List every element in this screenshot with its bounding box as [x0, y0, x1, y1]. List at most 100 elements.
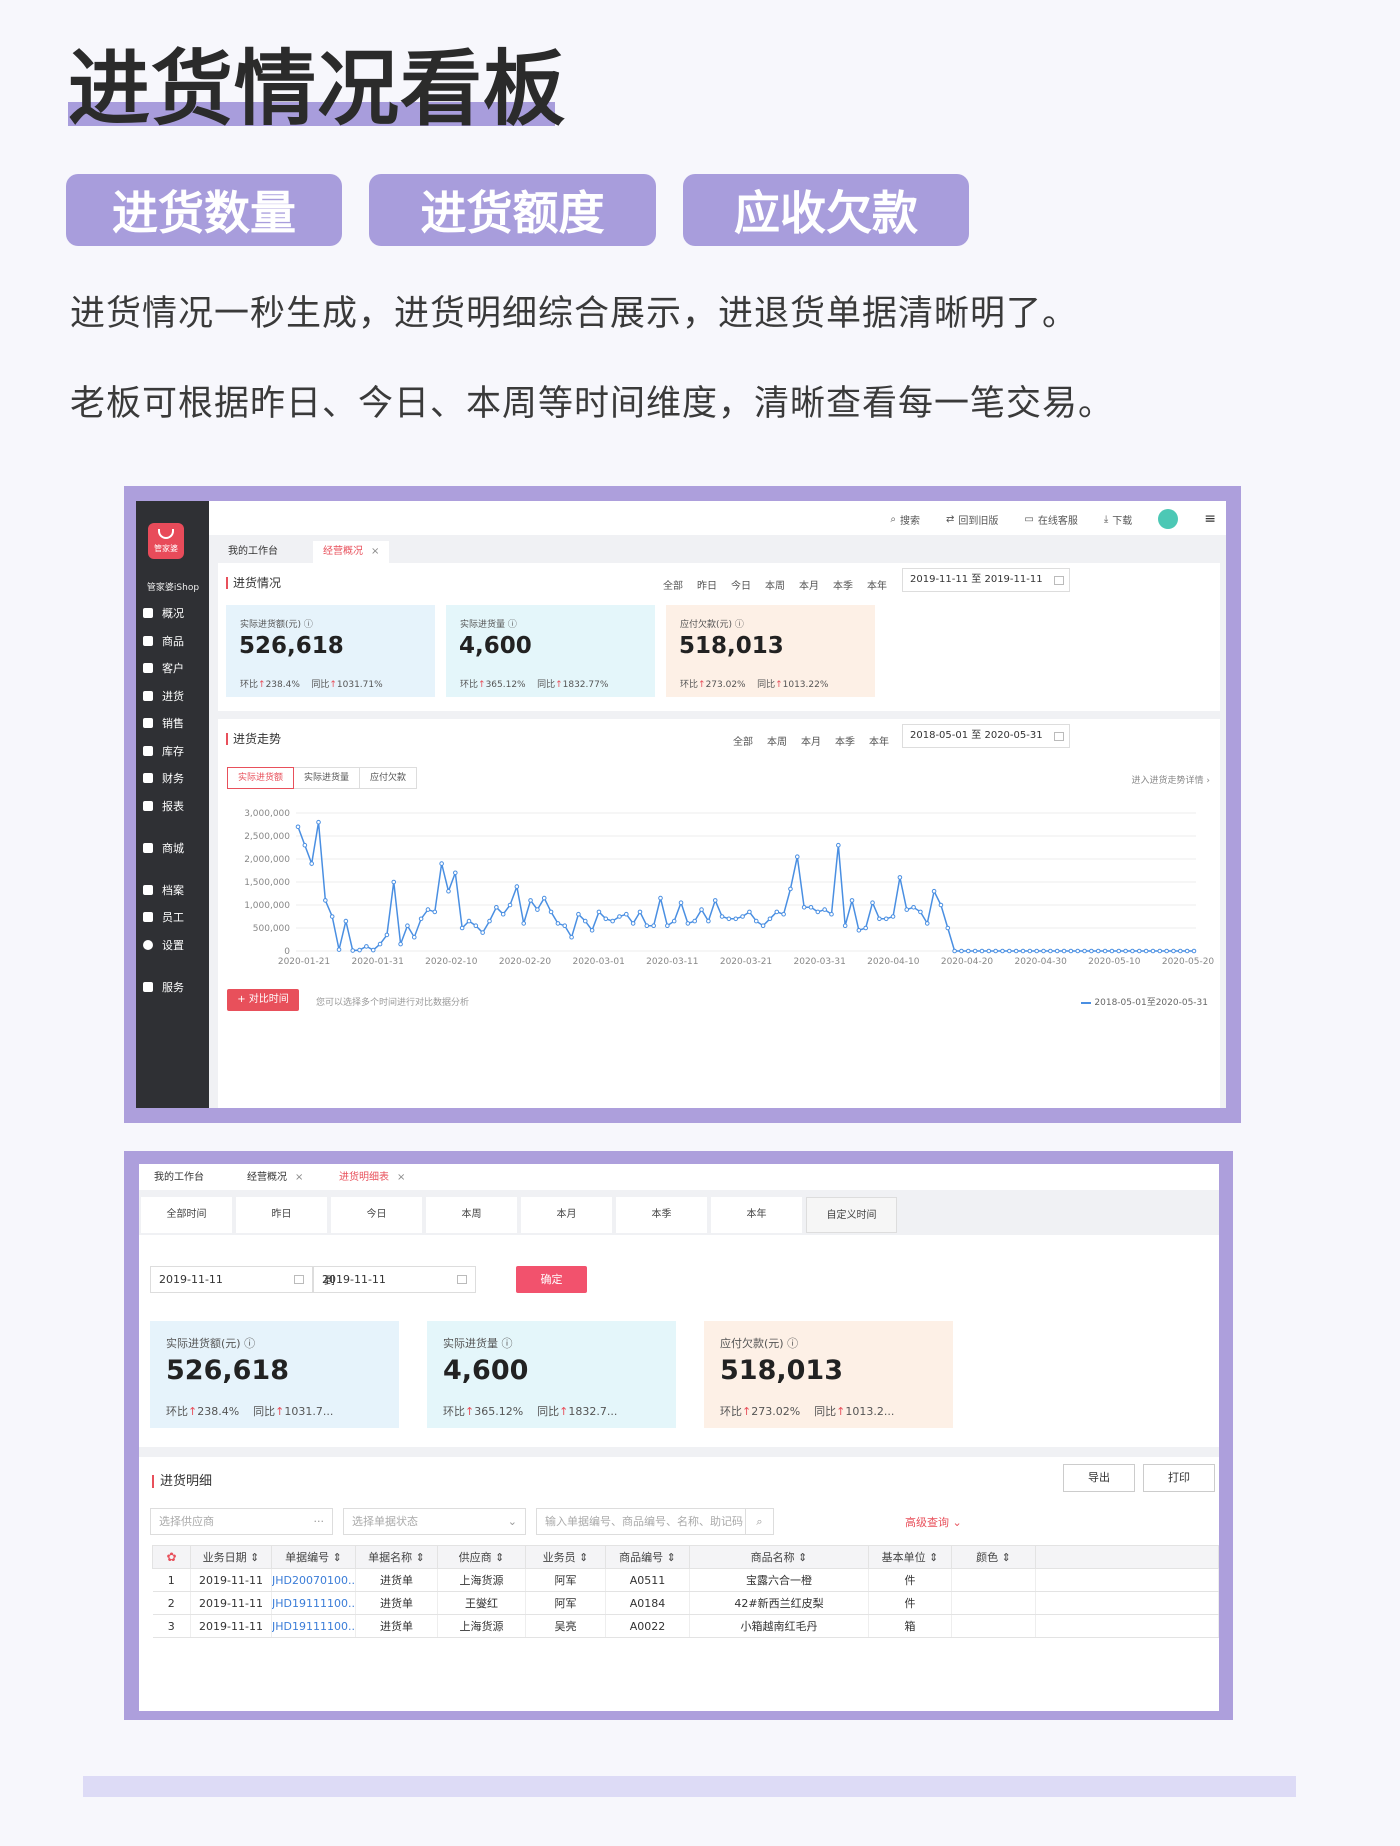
section-title: 进货情况: [226, 577, 281, 589]
menu-icon[interactable]: ≡: [1204, 511, 1216, 527]
period-all[interactable]: 全部时间: [141, 1197, 232, 1233]
trend-detail-link[interactable]: 进入进货走势详情 ›: [1132, 773, 1211, 786]
filter-month[interactable]: 本月: [801, 733, 821, 748]
gear-icon[interactable]: ✿: [166, 1550, 176, 1564]
column-header[interactable]: 商品名称 ⇕: [688, 1545, 869, 1569]
sidebar-item-services[interactable]: 服务: [143, 979, 184, 995]
period-month[interactable]: 本月: [521, 1197, 612, 1233]
sidebar-item-settings[interactable]: 设置: [143, 937, 184, 953]
search-link[interactable]: ⌕ 搜索: [890, 512, 920, 527]
status-select[interactable]: 选择单据状态 ⌄: [343, 1508, 526, 1535]
document-link[interactable]: JHD19111100..: [271, 1591, 356, 1615]
old-version-link[interactable]: ⇄ 回到旧版: [946, 512, 998, 527]
sidebar-item-sales[interactable]: 销售: [143, 715, 184, 731]
advanced-search-link[interactable]: 高级查询 ⌄: [905, 1514, 962, 1530]
period-quarter[interactable]: 本季: [616, 1197, 707, 1233]
date-to-input[interactable]: 2019-11-11: [313, 1266, 476, 1293]
data-point: [411, 934, 417, 940]
filter-today[interactable]: 今日: [731, 577, 751, 592]
column-header[interactable]: 单据编号 ⇕: [271, 1545, 356, 1569]
table-row[interactable]: 3 2019-11-11 JHD19111100.. 进货单 上海货源 吴亮 A0022 小箱…: [152, 1614, 1219, 1638]
data-point: [1027, 948, 1033, 954]
confirm-button[interactable]: 确定: [516, 1266, 587, 1293]
download-link[interactable]: ⤓ 下载: [1104, 512, 1132, 527]
period-yesterday[interactable]: 昨日: [236, 1197, 327, 1233]
data-point: [1041, 948, 1046, 954]
date-range-input[interactable]: 2019-11-11 至 2019-11-11: [902, 568, 1070, 592]
table-header-row: ✿ 业务日期 ⇕ 单据编号 ⇕ 单据名称 ⇕ 供应商 ⇕ 业务员 ⇕ 商品编号 …: [152, 1545, 1219, 1569]
data-point: [1048, 948, 1053, 954]
period-week[interactable]: 本周: [426, 1197, 517, 1233]
period-year[interactable]: 本年: [711, 1197, 802, 1233]
sidebar-item-purchase[interactable]: 进货: [143, 688, 184, 704]
data-point: [541, 895, 547, 901]
close-icon[interactable]: ×: [371, 546, 379, 557]
close-icon[interactable]: ×: [397, 1172, 405, 1183]
document-link[interactable]: JHD20070100..: [271, 1568, 356, 1592]
data-point: [733, 916, 739, 922]
filter-week[interactable]: 本周: [765, 577, 785, 592]
tab-workbench[interactable]: 我的工作台: [154, 1168, 204, 1183]
column-header[interactable]: 颜色 ⇕: [950, 1545, 1036, 1569]
settings-column[interactable]: ✿: [152, 1545, 191, 1569]
supplier-select[interactable]: 选择供应商 ···: [150, 1508, 333, 1535]
sidebar-item-overview[interactable]: 概况: [143, 605, 184, 621]
sidebar-item-finance[interactable]: 财务: [143, 770, 184, 786]
table-row[interactable]: 2 2019-11-11 JHD19111100.. 进货单 王燮红 阿军 A0184 42#…: [152, 1591, 1219, 1615]
tab-business-overview[interactable]: 经营概况 ×: [247, 1168, 303, 1183]
column-header[interactable]: 商品编号 ⇕: [604, 1545, 690, 1569]
column-header[interactable]: 单据名称 ⇕: [354, 1545, 438, 1569]
filter-all[interactable]: 全部: [663, 577, 683, 592]
y-tick-label: 3,000,000: [244, 809, 290, 819]
online-service-link[interactable]: ▭ 在线客服: [1024, 512, 1077, 527]
tab-actual-amount[interactable]: 实际进货额: [227, 767, 295, 789]
filter-all[interactable]: 全部: [733, 733, 753, 748]
document-link[interactable]: JHD19111100..: [271, 1614, 356, 1638]
tab-actual-quantity[interactable]: 实际进货量: [293, 767, 361, 789]
sidebar-item-staff[interactable]: 员工: [143, 909, 184, 925]
more-icon: ···: [313, 1515, 325, 1528]
search-icon[interactable]: ⌕: [745, 1509, 773, 1534]
filter-yesterday[interactable]: 昨日: [697, 577, 717, 592]
column-header[interactable]: 业务日期 ⇕: [190, 1545, 272, 1569]
sidebar-item-products[interactable]: 商品: [143, 633, 184, 649]
filter-year[interactable]: 本年: [869, 733, 889, 748]
calendar-icon: [294, 1275, 304, 1284]
period-custom[interactable]: 自定义时间: [806, 1197, 897, 1233]
date-range-input[interactable]: 2018-05-01 至 2020-05-31: [902, 724, 1070, 748]
sidebar-item-inventory[interactable]: 库存: [143, 743, 184, 759]
data-point: [576, 911, 581, 917]
search-input[interactable]: 输入单据编号、商品编号、名称、助记码 ⌕: [536, 1508, 774, 1535]
avatar[interactable]: [1158, 509, 1179, 529]
column-header[interactable]: 业务员 ⇕: [524, 1545, 606, 1569]
sidebar-item-reports[interactable]: 报表: [143, 798, 184, 814]
date-from-input[interactable]: 2019-11-11: [150, 1266, 313, 1293]
filter-quarter[interactable]: 本季: [833, 577, 853, 592]
filter-month[interactable]: 本月: [799, 577, 819, 592]
tab-workbench[interactable]: 我的工作台: [218, 541, 288, 563]
filter-quarter[interactable]: 本季: [835, 733, 855, 748]
sidebar-item-customers[interactable]: 客户: [143, 660, 184, 676]
sidebar-item-archive[interactable]: 档案: [143, 882, 184, 898]
period-today[interactable]: 今日: [331, 1197, 422, 1233]
tab-business-overview[interactable]: 经营概况 ×: [313, 541, 390, 563]
compare-time-button[interactable]: + 对比时间: [227, 989, 299, 1011]
column-header[interactable]: 供应商 ⇕: [436, 1545, 526, 1569]
data-point: [343, 918, 349, 924]
filter-week[interactable]: 本周: [767, 733, 787, 748]
period-filters: 全部 本周 本月 本季 本年: [733, 733, 889, 748]
tab-purchase-detail[interactable]: 进货明细表 ×: [339, 1168, 405, 1183]
metric-label: 实际进货量 ⓘ: [443, 1337, 513, 1350]
top-actions: ⌕ 搜索 ⇄ 回到旧版 ▭ 在线客服 ⤓ 下载 ≡: [890, 509, 1216, 529]
metric-value: 518,013: [720, 1355, 843, 1386]
sidebar-item-mall[interactable]: 商城: [143, 840, 184, 856]
table-row[interactable]: 1 2019-11-11 JHD20070100.. 进货单 上海货源 阿军 A0511 宝露…: [152, 1568, 1219, 1592]
brand-logo[interactable]: 管家婆: [148, 523, 184, 559]
column-header[interactable]: 基本单位 ⇕: [867, 1545, 952, 1569]
tab-payable[interactable]: 应付欠款: [359, 767, 418, 789]
print-button[interactable]: 打印: [1143, 1464, 1215, 1492]
filter-year[interactable]: 本年: [867, 577, 887, 592]
close-icon[interactable]: ×: [295, 1172, 303, 1183]
export-button[interactable]: 导出: [1063, 1464, 1135, 1492]
data-point: [678, 900, 684, 905]
